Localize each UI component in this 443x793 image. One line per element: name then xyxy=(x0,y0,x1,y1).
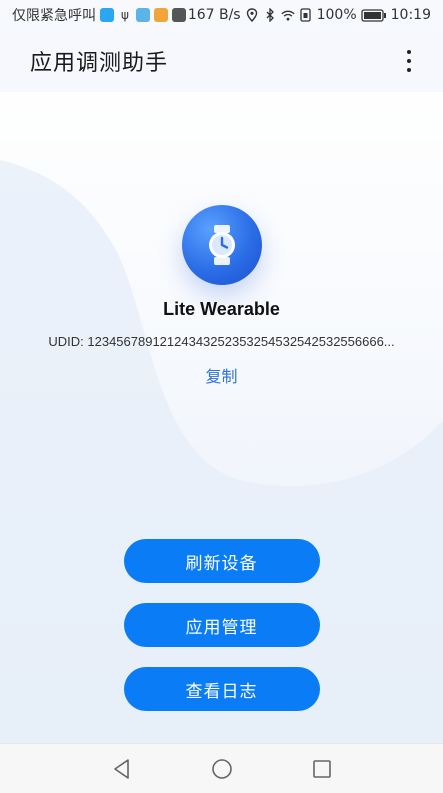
udid-label: UDID: xyxy=(48,334,84,349)
watch-icon xyxy=(181,205,262,285)
usb-icon: ψ xyxy=(121,8,129,22)
location-icon xyxy=(245,8,259,22)
clock-time: 10:19 xyxy=(390,7,431,23)
notification-chat-icon xyxy=(154,8,168,22)
app-management-button[interactable]: 应用管理 xyxy=(123,603,320,647)
back-triangle-icon[interactable] xyxy=(110,757,134,781)
more-options-button[interactable] xyxy=(397,41,421,81)
carrier-text: 仅限紧急呼叫 xyxy=(12,8,96,24)
device-name: Lite Wearable xyxy=(163,299,280,319)
net-speed: 167 B/s xyxy=(187,7,241,23)
status-right: 167 B/s 100% 10:19 xyxy=(188,7,431,23)
more-vertical-icon-dot xyxy=(407,59,411,63)
battery-percent: 100% xyxy=(316,7,357,23)
notification-app-icon xyxy=(100,8,114,22)
udid-row: UDID: 1234567891212434325235325453254253… xyxy=(48,334,394,349)
system-nav-bar xyxy=(0,743,443,793)
status-left: 仅限紧急呼叫 ψ xyxy=(12,5,186,25)
action-buttons: 刷新设备 应用管理 查看日志 xyxy=(0,539,443,711)
copy-udid-link[interactable]: 复制 xyxy=(205,363,237,387)
app-screen: 仅限紧急呼叫 ψ 167 B/s 100% 10:19 应用调测助手 Lite … xyxy=(0,0,443,793)
refresh-device-button[interactable]: 刷新设备 xyxy=(123,539,320,583)
notification-sms-icon xyxy=(172,8,186,22)
recents-square-icon[interactable] xyxy=(310,757,334,781)
status-bar: 仅限紧急呼叫 ψ 167 B/s 100% 10:19 xyxy=(0,0,443,30)
bluetooth-icon xyxy=(263,8,277,22)
more-vertical-icon-dot xyxy=(407,68,411,72)
more-vertical-icon xyxy=(407,50,411,54)
view-logs-button[interactable]: 查看日志 xyxy=(123,667,320,711)
home-circle-icon[interactable] xyxy=(210,757,234,781)
page-title: 应用调测助手 xyxy=(30,51,169,76)
sim-icon xyxy=(299,8,313,22)
device-card: Lite Wearable UDID: 12345678912124343252… xyxy=(0,205,443,387)
udid-value: 1234567891212434325235325453254253255666… xyxy=(87,334,395,349)
notification-map-icon xyxy=(136,8,150,22)
battery-icon xyxy=(360,8,387,22)
app-bar: 应用调测助手 xyxy=(0,30,443,92)
wifi-icon xyxy=(281,8,295,22)
